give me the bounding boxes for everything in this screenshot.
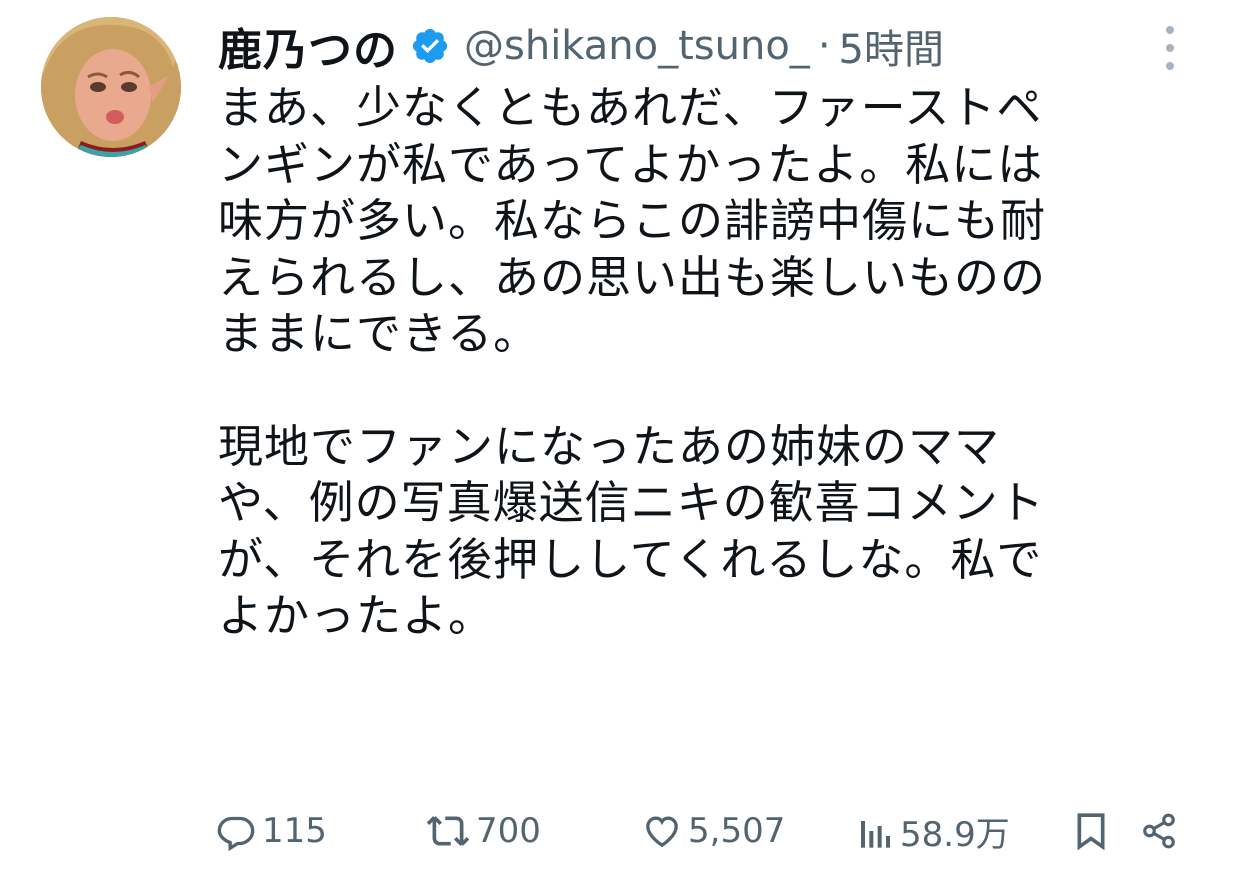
tweet-paragraph: 現地でファンになったあの姉妹のママ や、例の写真爆送信ニキの歓喜コメント が、そ… — [218, 419, 1045, 643]
author-display-name[interactable]: 鹿乃つの — [218, 14, 398, 78]
bookmark-button[interactable] — [1074, 805, 1108, 857]
share-button[interactable] — [1140, 805, 1178, 857]
reply-icon — [216, 811, 256, 851]
like-button[interactable]: 5,507 — [642, 805, 785, 857]
like-count: 5,507 — [688, 811, 786, 851]
verified-badge-icon[interactable] — [410, 26, 450, 66]
author-handle[interactable]: @shikano_tsuno_ — [464, 23, 810, 69]
avatar[interactable] — [41, 17, 181, 157]
tweet-paragraph: まあ、少なくともあれだ、ファーストペ ンギンが私であってよかったよ。私には 味方… — [218, 81, 1047, 360]
action-bar: 115 700 5,507 58.9万 — [216, 805, 1206, 857]
views-count: 58.9万 — [900, 814, 1010, 855]
tweet-header: 鹿乃つの @shikano_tsuno_ · 5時間 — [218, 16, 944, 76]
more-options-icon[interactable] — [1158, 24, 1182, 72]
retweet-button[interactable]: 700 — [426, 805, 541, 857]
views-button[interactable]: 58.9万 — [858, 805, 1010, 857]
tweet-timestamp[interactable]: 5時間 — [839, 17, 944, 75]
reply-button[interactable]: 115 — [216, 805, 327, 857]
tweet-body: まあ、少なくともあれだ、ファーストペ ンギンが私であってよかったよ。私には 味方… — [218, 80, 1208, 645]
heart-icon — [642, 811, 682, 851]
retweet-count: 700 — [476, 811, 541, 851]
retweet-icon — [426, 811, 470, 851]
views-icon — [858, 811, 894, 851]
reply-count: 115 — [262, 811, 327, 851]
separator-dot: · — [817, 23, 831, 69]
bookmark-icon — [1074, 811, 1108, 851]
share-icon — [1140, 811, 1178, 851]
